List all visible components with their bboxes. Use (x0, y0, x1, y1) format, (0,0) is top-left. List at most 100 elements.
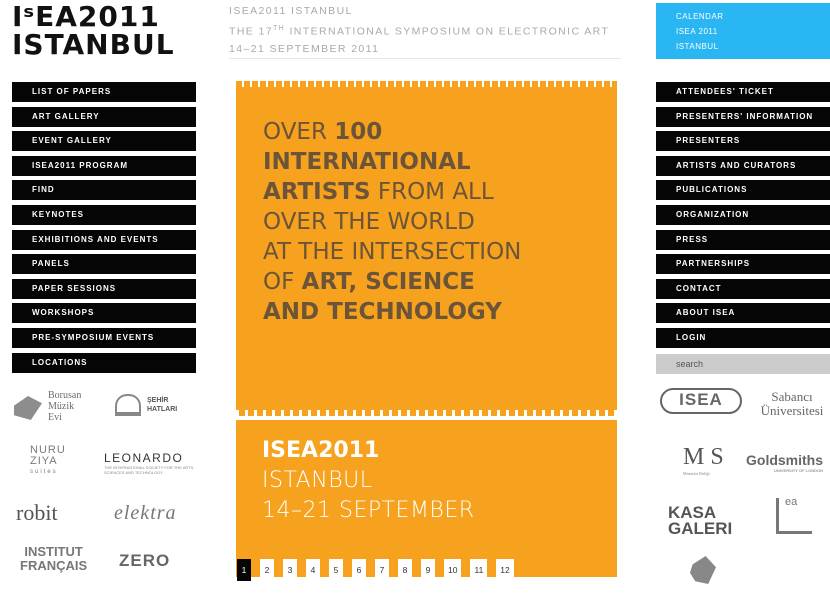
tagline-line-6: OF ART, SCIENCE (263, 267, 603, 297)
sabanci-universitesi-logo[interactable]: Sabancı Üniversitesi (751, 390, 830, 418)
header-line-2: THE 17TH INTERNATIONAL SYMPOSIUM ON ELEC… (229, 20, 629, 41)
page-4[interactable]: 4 (306, 559, 320, 581)
calendar-item[interactable]: CALENDAR (676, 9, 830, 24)
institut-francais-logo[interactable]: INSTITUT FRANÇAIS (20, 545, 87, 573)
tag1-bold: 100 (334, 119, 383, 145)
nav-paper-sessions[interactable]: PAPER SESSIONS (12, 278, 196, 299)
nav-pre-symposium-events[interactable]: PRE-SYMPOSIUM EVENTS (12, 327, 196, 348)
sehir-hatlari-text: ŞEHİR HATLARI (147, 397, 178, 413)
ms-mark: M S (683, 444, 724, 470)
nav-presenters-information[interactable]: PRESENTERS' INFORMATION (656, 106, 830, 127)
header-line-2-post: INTERNATIONAL SYMPOSIUM ON ELECTRONIC AR… (285, 25, 610, 38)
borusan-text: Borusan Müzik Evi (48, 390, 82, 423)
site-header: ISEA2011 ISTANBUL THE 17TH INTERNATIONAL… (229, 3, 629, 58)
tag6-bold: ART, SCIENCE (301, 269, 475, 295)
tagline-line-5: AT THE INTERSECTION (263, 239, 522, 265)
leonardo-logo[interactable]: LEONARDO THE INTERNATIONAL SOCIETY FOR T… (104, 451, 202, 475)
robit-logo[interactable]: robit (16, 500, 58, 526)
right-nav: ATTENDEES' TICKET PRESENTERS' INFORMATIO… (656, 82, 830, 353)
goldsmiths-sub: UNIVERSITY OF LONDON (773, 468, 824, 473)
tagline-line-1: OVER 100 (263, 117, 603, 147)
poster-tagline: OVER 100 INTERNATIONAL ARTISTS FROM ALL … (263, 117, 603, 327)
tagline-line-3: ARTISTS FROM ALL (263, 177, 603, 207)
poster-divider (236, 416, 617, 420)
poster-dates: 14–21 SEPTEMBER (262, 498, 475, 523)
lea-text: ea (785, 496, 798, 508)
borusan-muzik-evi-logo[interactable]: Borusan Müzik Evi (14, 390, 104, 428)
tag3-bold: ARTISTS (263, 179, 371, 205)
nav-presenters[interactable]: PRESENTERS (656, 131, 830, 152)
nav-find[interactable]: FIND (12, 180, 196, 201)
page-9[interactable]: 9 (421, 559, 435, 581)
nav-attendees-ticket[interactable]: ATTENDEES' TICKET (656, 82, 830, 102)
nav-exhibitions-and-events[interactable]: EXHIBITIONS AND EVENTS (12, 229, 196, 250)
lea-logo[interactable]: ea (776, 496, 812, 534)
sehir-hatlari-mark-icon (115, 394, 141, 416)
page-2[interactable]: 2 (260, 559, 274, 581)
nav-about-isea[interactable]: ABOUT ISEA (656, 303, 830, 324)
tagline-line-7: AND TECHNOLOGY (263, 297, 603, 327)
calendar-box[interactable]: CALENDAR ISEA 2011 ISTANBUL (656, 3, 830, 59)
nuru-ziya-sub: suites (30, 469, 58, 475)
nav-press[interactable]: PRESS (656, 229, 830, 250)
borusan-mark-icon (14, 396, 42, 420)
bird-mark-icon (690, 556, 716, 584)
elektra-logo[interactable]: elektra (114, 502, 177, 525)
tagline-line-4: OVER THE WORLD (263, 209, 475, 235)
isea2011-istanbul-logo[interactable]: IˢEA2011 ISTANBUL (12, 2, 202, 62)
calendar-item[interactable]: ISEA 2011 (676, 24, 830, 39)
nav-panels[interactable]: PANELS (12, 254, 196, 275)
tag2-bold: INTERNATIONAL (263, 149, 471, 175)
search-input[interactable] (656, 354, 830, 374)
poster-event-block: ISEA2011 ISTANBUL 14–21 SEPTEMBER (262, 436, 592, 526)
poster-ragged-edge (236, 81, 617, 87)
nav-artists-and-curators[interactable]: ARTISTS AND CURATORS (656, 155, 830, 176)
tag3-post: FROM ALL (370, 179, 494, 205)
slideshow-pager: 1 2 3 4 5 6 7 8 9 10 11 12 (237, 559, 523, 581)
page-1[interactable]: 1 (237, 559, 251, 581)
nav-event-gallery[interactable]: EVENT GALLERY (12, 131, 196, 152)
nav-art-gallery[interactable]: ART GALLERY (12, 106, 196, 127)
leonardo-sub: THE INTERNATIONAL SOCIETY FOR THE ARTS, … (104, 465, 195, 475)
nav-keynotes[interactable]: KEYNOTES (12, 204, 196, 225)
header-divider (229, 58, 621, 59)
tag6-pre: OF (263, 269, 302, 295)
poster-title: ISEA2011 (262, 438, 380, 463)
mimarlar-logo[interactable]: M S Mimarlar Birliği (683, 444, 724, 476)
page-5[interactable]: 5 (329, 559, 343, 581)
poster-city: ISTANBUL (262, 468, 373, 493)
nav-organization[interactable]: ORGANIZATION (656, 204, 830, 225)
logo-line-2: ISTANBUL (12, 28, 175, 61)
zero-logo[interactable]: ZERO (119, 551, 170, 571)
nuru-ziya-logo[interactable]: NURU ZIYA suites (30, 445, 66, 478)
nav-contact[interactable]: CONTACT (656, 278, 830, 299)
nav-locations[interactable]: LOCATIONS (12, 352, 196, 373)
goldsmiths-text: Goldsmiths (746, 452, 824, 468)
goldsmiths-logo[interactable]: Goldsmiths UNIVERSITY OF LONDON (746, 452, 823, 473)
page-10[interactable]: 10 (444, 559, 462, 581)
featured-poster[interactable]: OVER 100 INTERNATIONAL ARTISTS FROM ALL … (236, 81, 617, 577)
header-line-1: ISEA2011 ISTANBUL (229, 5, 353, 17)
leonardo-text: LEONARDO (104, 451, 184, 465)
nav-login[interactable]: LOGIN (656, 327, 830, 348)
tag1-pre: OVER (263, 119, 335, 145)
nav-publications[interactable]: PUBLICATIONS (656, 180, 830, 201)
page-6[interactable]: 6 (352, 559, 366, 581)
page-7[interactable]: 7 (375, 559, 389, 581)
ms-sub: Mimarlar Birliği (683, 471, 710, 476)
header-line-3: 14–21 SEPTEMBER 2011 (229, 42, 380, 55)
page-8[interactable]: 8 (398, 559, 412, 581)
calendar-item[interactable]: ISTANBUL (676, 39, 830, 54)
isea-logo[interactable]: ISEA (660, 388, 742, 414)
page-11[interactable]: 11 (470, 559, 488, 581)
page-3[interactable]: 3 (283, 559, 297, 581)
nav-isea2011-program[interactable]: ISEA2011 PROGRAM (12, 155, 196, 176)
left-nav: LIST OF PAPERS ART GALLERY EVENT GALLERY… (12, 82, 196, 377)
bird-logo[interactable] (684, 552, 720, 590)
nav-workshops[interactable]: WORKSHOPS (12, 303, 196, 324)
sehir-hatlari-logo[interactable]: ŞEHİR HATLARI (115, 390, 195, 420)
nav-list-of-papers[interactable]: LIST OF PAPERS (12, 82, 196, 102)
kasa-galeri-logo[interactable]: KASA GALERI (668, 504, 732, 537)
page-12[interactable]: 12 (496, 559, 514, 581)
nav-partnerships[interactable]: PARTNERSHIPS (656, 254, 830, 275)
